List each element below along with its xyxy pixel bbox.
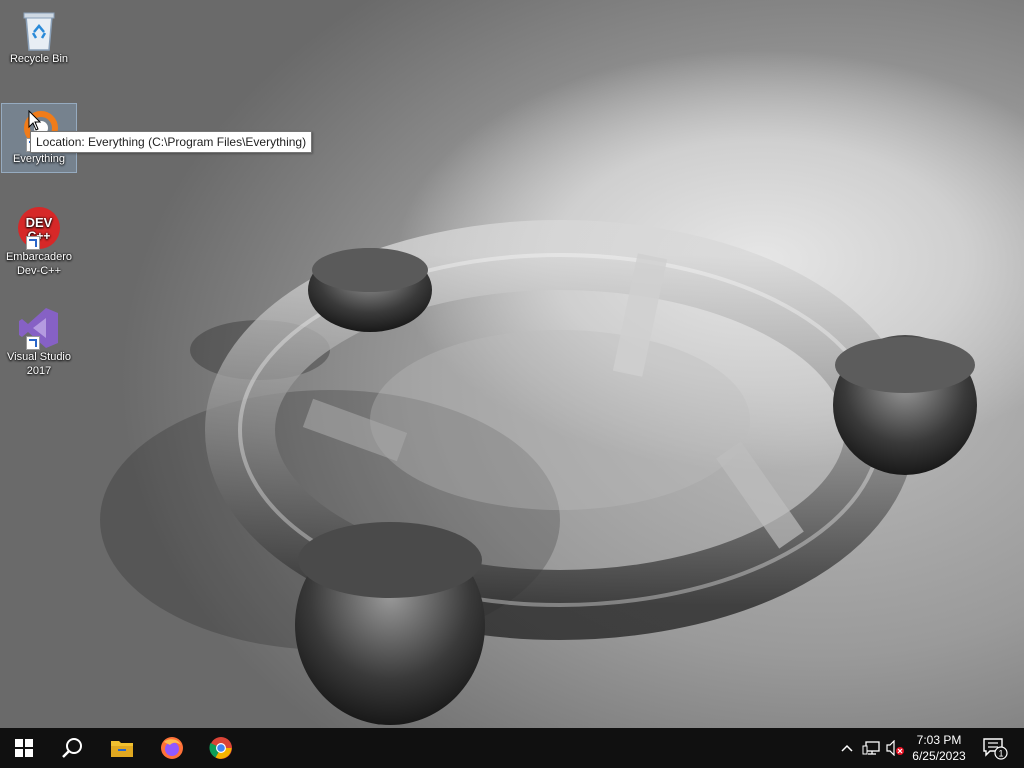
desktop-wallpaper bbox=[0, 0, 1024, 728]
network-icon bbox=[862, 741, 880, 755]
location-tooltip: Location: Everything (C:\Program Files\E… bbox=[30, 131, 313, 153]
clock-time: 7:03 PM bbox=[916, 733, 962, 747]
desktop-icon-devcpp[interactable]: DEV C++ Embarcadero Dev-C++ bbox=[2, 202, 76, 286]
start-button[interactable] bbox=[0, 728, 48, 768]
taskbar-file-explorer[interactable] bbox=[98, 728, 146, 768]
chevron-up-icon bbox=[841, 744, 853, 752]
taskbar: 7:03 PM 6/25/2023 1 bbox=[0, 728, 1024, 768]
wallpaper-glass-logo bbox=[100, 220, 977, 725]
tray-network-button[interactable] bbox=[860, 728, 882, 768]
tray-volume-button[interactable] bbox=[884, 728, 906, 768]
action-center-button[interactable]: 1 bbox=[980, 728, 1010, 768]
search-icon bbox=[62, 738, 82, 758]
desktop-icon-recycle-bin[interactable]: Recycle Bin bbox=[2, 4, 76, 72]
visual-studio-icon bbox=[16, 306, 62, 350]
firefox-icon bbox=[161, 737, 183, 759]
desktop-icon-label: Embarcadero Dev-C++ bbox=[5, 251, 73, 277]
desktop-icon-label: Everything bbox=[13, 153, 65, 165]
shortcut-arrow-icon bbox=[26, 336, 40, 350]
desktop-icon-label: Visual Studio 2017 bbox=[6, 351, 71, 377]
devcpp-icon-text-top: DEV bbox=[26, 215, 53, 230]
action-center-icon: 1 bbox=[983, 738, 1008, 760]
clock-date: 6/25/2023 bbox=[912, 749, 966, 763]
windows-start-icon bbox=[15, 739, 33, 757]
chrome-icon bbox=[209, 737, 232, 759]
desktop-icon-visual-studio[interactable]: Visual Studio 2017 bbox=[2, 302, 76, 386]
mouse-cursor-icon bbox=[28, 110, 42, 131]
notification-count: 1 bbox=[998, 749, 1003, 759]
search-button[interactable] bbox=[48, 728, 96, 768]
devcpp-icon: DEV C++ bbox=[16, 206, 62, 250]
taskbar-clock[interactable]: 7:03 PM 6/25/2023 bbox=[904, 728, 974, 768]
recycle-bin-icon bbox=[16, 8, 62, 52]
shortcut-arrow-icon bbox=[26, 236, 40, 250]
file-explorer-icon bbox=[111, 741, 133, 757]
desktop-icon-label: Recycle Bin bbox=[9, 53, 69, 65]
taskbar-chrome[interactable] bbox=[197, 728, 245, 768]
volume-muted-icon bbox=[886, 740, 904, 756]
tray-overflow-button[interactable] bbox=[836, 728, 858, 768]
taskbar-firefox[interactable] bbox=[148, 728, 196, 768]
